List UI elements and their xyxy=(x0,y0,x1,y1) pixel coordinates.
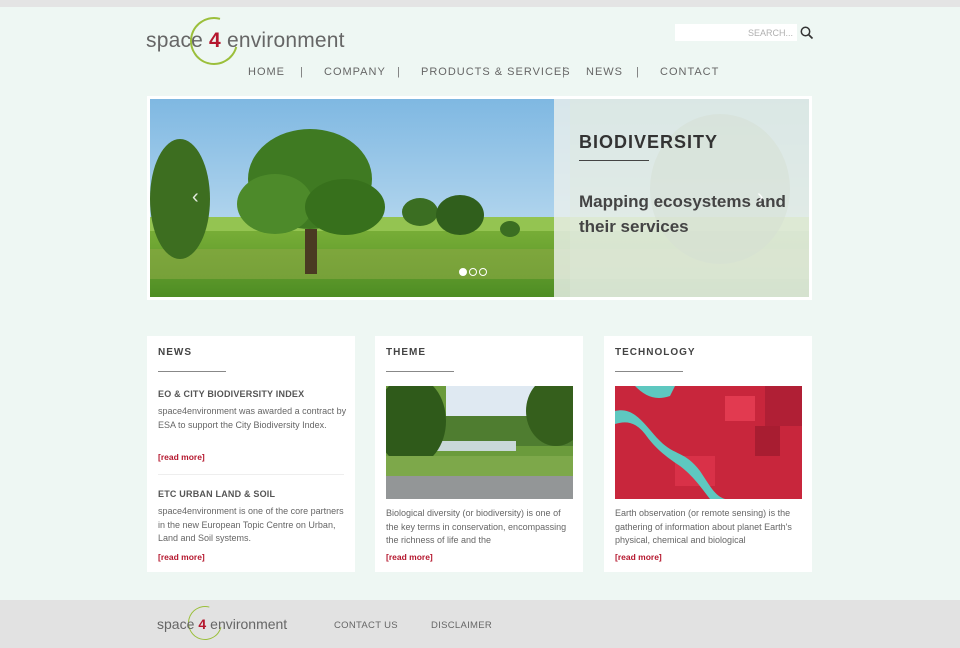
news-item-text: space4environment is one of the core par… xyxy=(158,506,344,543)
slider-dot-1[interactable] xyxy=(459,268,467,276)
slide-title-underline xyxy=(579,160,649,161)
nav-separator: | xyxy=(300,66,303,78)
nav-news[interactable]: NEWS xyxy=(586,66,623,78)
card-title-underline xyxy=(386,371,454,372)
nav-company[interactable]: COMPANY xyxy=(324,66,386,78)
card-title-underline xyxy=(615,371,683,372)
footer: space 4 environment CONTACT US DISCLAIMER xyxy=(0,599,960,648)
card-title-underline xyxy=(158,371,226,372)
logo-word-environment: environment xyxy=(226,29,345,52)
theme-card: THEME Biological diversity (or biodivers… xyxy=(375,336,583,572)
news-divider xyxy=(158,474,344,475)
news-item-text: space4environment was awarded a contract… xyxy=(158,406,347,430)
logo-text: space 4 environment xyxy=(146,29,345,53)
search-icon[interactable] xyxy=(800,26,814,40)
nav-contact[interactable]: CONTACT xyxy=(660,66,719,78)
news-card: NEWS EO & CITY BIODIVERSITY INDEX space4… xyxy=(147,336,355,572)
search-input[interactable] xyxy=(675,24,797,41)
nav-home[interactable]: HOME xyxy=(248,66,285,78)
technology-card-text: Earth observation (or remote sensing) is… xyxy=(615,508,792,545)
slider-next-arrow-icon[interactable]: › xyxy=(757,186,764,209)
slide-title: BIODIVERSITY xyxy=(579,132,719,152)
logo-number: 4 xyxy=(209,29,221,52)
footer-logo-word-environment: environment xyxy=(210,616,288,632)
slider-dot-2[interactable] xyxy=(469,268,477,276)
top-bar xyxy=(0,0,960,7)
slider-dot-3[interactable] xyxy=(479,268,487,276)
footer-logo[interactable]: space 4 environment xyxy=(157,599,307,647)
theme-read-more-link[interactable]: [read more] xyxy=(386,552,433,562)
footer-logo-number: 4 xyxy=(198,616,207,632)
nav-separator: | xyxy=(397,66,400,78)
technology-card-title: TECHNOLOGY xyxy=(615,347,696,358)
nav-products-services[interactable]: PRODUCTS & SERVICES xyxy=(421,66,571,78)
hero-slider: BIODIVERSITY Mapping ecosystems and thei… xyxy=(147,96,812,300)
news-card-title: NEWS xyxy=(158,347,192,358)
main-nav: HOME | COMPANY | PRODUCTS & SERVICES | N… xyxy=(0,66,960,82)
theme-meadow-image[interactable] xyxy=(386,386,573,499)
site-logo[interactable]: space 4 environment xyxy=(146,8,346,74)
technology-card: TECHNOLOGY Earth observation (or remote … xyxy=(604,336,812,572)
technology-satellite-image[interactable] xyxy=(615,386,802,499)
news-read-more-link[interactable]: [read more] xyxy=(158,452,205,462)
footer-disclaimer-link[interactable]: DISCLAIMER xyxy=(431,620,492,631)
nav-separator: | xyxy=(562,66,565,78)
logo-word-space: space xyxy=(146,29,204,52)
slide-caption-panel: BIODIVERSITY Mapping ecosystems and thei… xyxy=(554,99,809,297)
theme-card-title: THEME xyxy=(386,347,426,358)
footer-contact-us-link[interactable]: CONTACT US xyxy=(334,620,398,631)
nav-separator: | xyxy=(636,66,639,78)
theme-card-text: Biological diversity (or biodiversity) i… xyxy=(386,508,567,545)
news-item-heading[interactable]: EO & CITY BIODIVERSITY INDEX xyxy=(158,389,304,399)
slider-pagination xyxy=(459,263,489,281)
footer-logo-word-space: space xyxy=(157,616,195,632)
news-read-more-link[interactable]: [read more] xyxy=(158,552,205,562)
news-item-heading[interactable]: ETC URBAN LAND & SOIL xyxy=(158,489,275,499)
technology-read-more-link[interactable]: [read more] xyxy=(615,552,662,562)
slider-prev-arrow-icon[interactable]: ‹ xyxy=(192,186,199,209)
footer-logo-text: space 4 environment xyxy=(157,616,287,632)
